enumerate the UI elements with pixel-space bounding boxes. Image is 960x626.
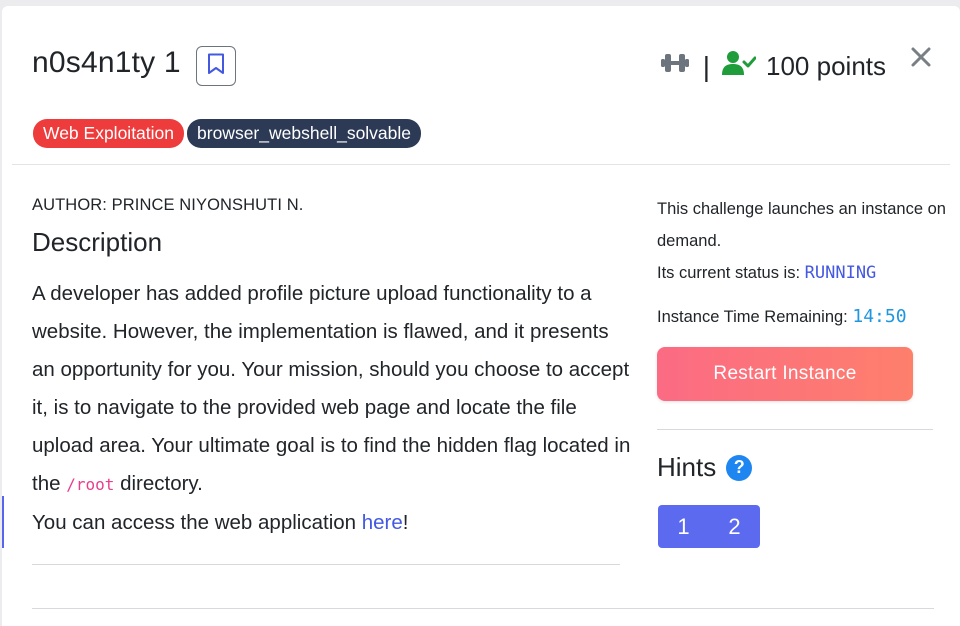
- instance-launch-text: This challenge launches an instance on d…: [657, 200, 946, 250]
- status-label: Its current status is:: [657, 264, 801, 282]
- instance-panel: This challenge launches an instance on d…: [657, 193, 947, 333]
- time-value: 14:50: [852, 306, 907, 327]
- close-button[interactable]: [910, 44, 932, 74]
- hint-button-2[interactable]: 2: [709, 505, 760, 548]
- tag-list: Web Exploitation browser_webshell_solvab…: [33, 119, 422, 148]
- hint-button-1[interactable]: 1: [658, 505, 709, 548]
- challenge-modal: n0s4n1ty 1 | 100 points Web Exploitation…: [2, 6, 960, 626]
- restart-instance-button[interactable]: Restart Instance: [657, 347, 913, 401]
- points-label: 100 points: [766, 51, 886, 81]
- meta-separator: |: [702, 50, 711, 82]
- instance-time-line: Instance Time Remaining: 14:50: [657, 301, 947, 333]
- sidebar-divider: [657, 429, 933, 430]
- dumbbell-icon: [659, 51, 691, 82]
- description-text-end: directory.: [120, 472, 203, 495]
- description-body: A developer has added profile picture up…: [32, 275, 632, 542]
- author-line: AUTHOR: PRINCE NIYONSHUTI N.: [32, 196, 304, 214]
- question-icon[interactable]: ?: [726, 454, 753, 481]
- access-end: !: [402, 511, 409, 534]
- description-heading: Description: [32, 227, 163, 257]
- category-tag[interactable]: Web Exploitation: [33, 119, 185, 148]
- header-divider: [12, 164, 950, 165]
- here-link[interactable]: here: [362, 511, 403, 534]
- status-value: RUNNING: [804, 263, 877, 283]
- left-accent-bar: [2, 496, 4, 548]
- hints-heading: Hints: [657, 452, 717, 482]
- instance-status-line: Its current status is: RUNNING: [657, 257, 947, 289]
- webshell-tag[interactable]: browser_webshell_solvable: [187, 119, 422, 148]
- root-path-code: /root: [66, 475, 115, 494]
- description-divider: [32, 564, 620, 565]
- challenge-title: n0s4n1ty 1: [32, 46, 181, 79]
- bookmark-icon: [207, 53, 225, 80]
- hint-button-group: 1 2: [658, 505, 760, 548]
- bottom-divider: [32, 608, 934, 609]
- description-text: A developer has added profile picture up…: [32, 282, 631, 495]
- hints-header: Hints ?: [657, 452, 753, 483]
- access-text: You can access the web application: [32, 511, 357, 534]
- bookmark-button[interactable]: [196, 46, 236, 86]
- close-icon: [910, 42, 932, 75]
- user-check-icon: [722, 50, 757, 83]
- challenge-meta: | 100 points: [659, 50, 886, 83]
- time-label: Instance Time Remaining:: [657, 308, 848, 326]
